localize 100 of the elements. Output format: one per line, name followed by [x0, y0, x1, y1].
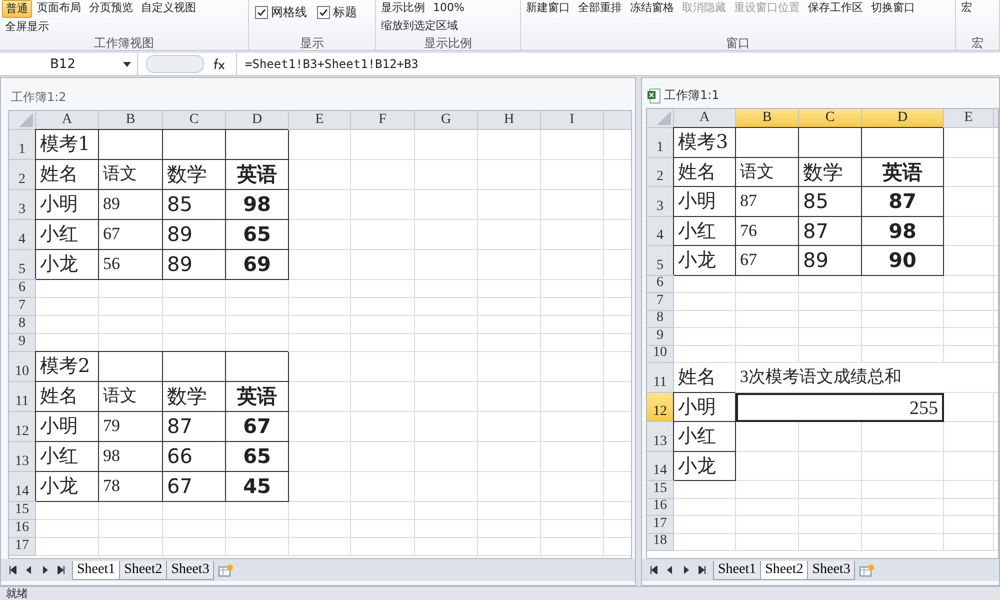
- column-header[interactable]: B: [736, 109, 799, 128]
- row-header[interactable]: 8: [647, 310, 674, 328]
- sheet-tab[interactable]: Sheet2: [760, 560, 808, 580]
- row-header[interactable]: 11: [647, 363, 674, 392]
- row-header[interactable]: 15: [647, 481, 674, 498]
- table-cell: [541, 298, 604, 316]
- sheet-nav-icon[interactable]: [9, 566, 17, 574]
- row-header[interactable]: 18: [647, 534, 674, 551]
- ribbon-button[interactable]: 冻结窗格: [627, 0, 677, 16]
- row-header[interactable]: 1: [9, 130, 36, 160]
- row-header[interactable]: 9: [9, 334, 36, 352]
- row-header[interactable]: 10: [9, 352, 36, 382]
- column-header[interactable]: G: [415, 111, 478, 130]
- row-header[interactable]: 16: [647, 498, 674, 516]
- row-header[interactable]: 1: [647, 128, 674, 158]
- column-header[interactable]: E: [944, 109, 994, 128]
- row-header[interactable]: 17: [647, 516, 674, 534]
- row-header[interactable]: 11: [9, 382, 36, 412]
- table-cell: [478, 352, 541, 382]
- table-cell: [36, 502, 99, 520]
- row-header[interactable]: 16: [9, 520, 36, 538]
- row-header[interactable]: 2: [9, 160, 36, 190]
- row-header[interactable]: 5: [647, 246, 674, 276]
- column-header[interactable]: E: [289, 111, 351, 130]
- checkbox-label: 标题: [333, 4, 357, 21]
- sheet-tab[interactable]: Sheet1: [713, 560, 762, 580]
- row-header[interactable]: 6: [9, 280, 36, 298]
- sheet-tab[interactable]: Sheet3: [807, 560, 856, 580]
- table-cell: [351, 472, 415, 502]
- insert-sheet-icon[interactable]: [859, 564, 876, 576]
- sheet-tab[interactable]: Sheet3: [166, 560, 214, 580]
- table-cell: [351, 130, 415, 160]
- checkbox[interactable]: [255, 6, 268, 19]
- insert-sheet-icon[interactable]: [218, 564, 234, 576]
- ribbon-button[interactable]: 全部重排: [575, 0, 625, 16]
- ribbon-button[interactable]: 页面布局: [34, 0, 84, 16]
- row-header[interactable]: 10: [647, 346, 674, 363]
- column-header[interactable]: F: [351, 111, 415, 130]
- row-header[interactable]: 2: [647, 158, 674, 187]
- column-header[interactable]: C: [163, 111, 226, 130]
- formula-field[interactable]: =Sheet1!B3+Sheet1!B12+B3: [236, 53, 1000, 75]
- column-header[interactable]: I: [541, 111, 604, 130]
- row-header[interactable]: 14: [9, 472, 36, 502]
- row-header[interactable]: 17: [9, 538, 36, 556]
- table-cell: [478, 280, 541, 298]
- row-header[interactable]: 12: [9, 412, 36, 442]
- row-header[interactable]: 6: [647, 276, 674, 293]
- ribbon-button[interactable]: 显示比例: [378, 0, 428, 16]
- column-header[interactable]: H: [478, 111, 541, 130]
- row-header[interactable]: 5: [9, 250, 36, 280]
- column-header[interactable]: A: [674, 109, 736, 128]
- table-cell: [944, 216, 994, 246]
- table-cell: [99, 280, 163, 298]
- ribbon-button[interactable]: 宏: [958, 0, 975, 16]
- row-header[interactable]: 15: [9, 502, 36, 520]
- row-header[interactable]: 3: [647, 187, 674, 216]
- sheet-nav-icon[interactable]: [650, 566, 658, 574]
- checkbox[interactable]: [317, 6, 330, 19]
- column-header[interactable]: C: [799, 109, 862, 128]
- ribbon-button[interactable]: 全屏显示: [2, 18, 52, 34]
- row-header[interactable]: 13: [9, 442, 36, 472]
- row-header[interactable]: 7: [9, 298, 36, 316]
- row-header[interactable]: 12: [647, 392, 674, 422]
- ribbon-button[interactable]: 保存工作区: [805, 0, 866, 16]
- sheet-nav-icon[interactable]: [57, 566, 65, 574]
- row-header[interactable]: 7: [647, 293, 674, 310]
- column-header[interactable]: D: [226, 111, 289, 130]
- table-cell: [289, 316, 351, 334]
- row-header[interactable]: 4: [647, 216, 674, 246]
- column-header[interactable]: A: [36, 111, 99, 130]
- ribbon-button[interactable]: 分页预览: [86, 0, 136, 16]
- ribbon-button[interactable]: 100%: [430, 0, 468, 16]
- ribbon-button[interactable]: 切换窗口: [868, 0, 918, 16]
- sheet-tab[interactable]: Sheet1: [72, 560, 120, 580]
- row-header[interactable]: 9: [647, 328, 674, 346]
- row-header[interactable]: 13: [647, 422, 674, 452]
- splitter-handle[interactable]: [146, 55, 204, 73]
- function-icon[interactable]: [212, 58, 226, 70]
- ribbon-button[interactable]: 缩放到选定区域: [378, 18, 461, 34]
- ribbon-button[interactable]: 自定义视图: [138, 0, 199, 16]
- ribbon-button[interactable]: 普通: [2, 0, 32, 18]
- table-cell: 85: [163, 190, 226, 220]
- row-header[interactable]: 4: [9, 220, 36, 250]
- column-header[interactable]: B: [99, 111, 163, 130]
- table-cell: [36, 538, 99, 556]
- table-cell: [944, 187, 994, 216]
- sheet-tab[interactable]: Sheet2: [119, 560, 168, 580]
- row-header[interactable]: 14: [647, 452, 674, 481]
- sheet-nav-icon[interactable]: [698, 566, 706, 574]
- table-cell: [478, 298, 541, 316]
- column-header[interactable]: D: [862, 109, 944, 128]
- table-cell: [541, 538, 604, 556]
- row-header[interactable]: 3: [9, 190, 36, 220]
- name-box[interactable]: B12: [0, 53, 138, 75]
- ribbon-button[interactable]: 新建窗口: [523, 0, 573, 16]
- table-cell: [944, 246, 994, 276]
- row-header[interactable]: 8: [9, 316, 36, 334]
- table-cell: [415, 382, 478, 412]
- table-cell: [478, 220, 541, 250]
- table-cell: [289, 298, 351, 316]
